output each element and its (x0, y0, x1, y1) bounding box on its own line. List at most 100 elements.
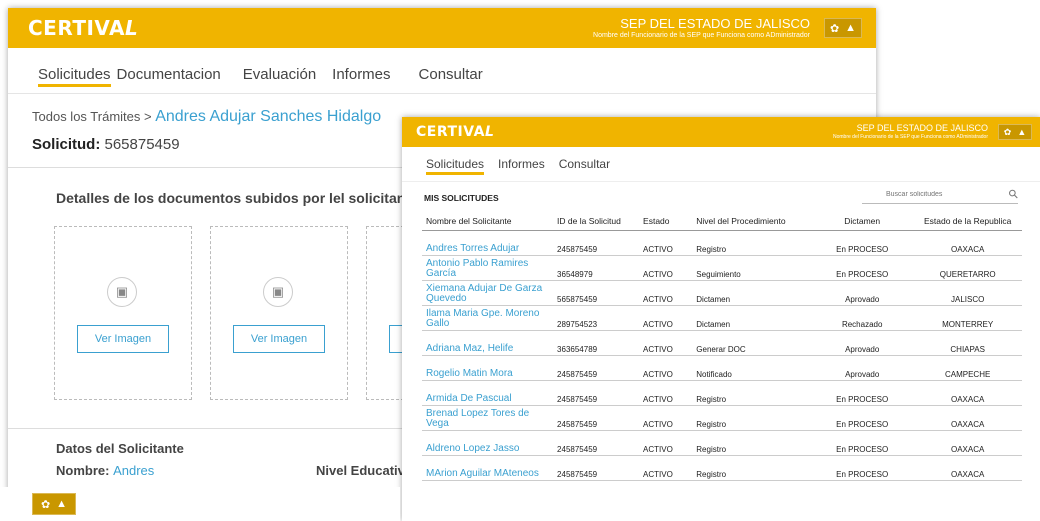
applicant-name-link[interactable]: Brenad Lopez Tores de Vega (422, 405, 554, 431)
estado-cell: ACTIVO (639, 230, 693, 256)
estado-cell: ACTIVO (639, 280, 693, 306)
nivel-cell: Notificado (692, 355, 812, 381)
table-row[interactable]: MArion Aguilar MAteneos 245875459 ACTIVO Re… (422, 455, 1022, 481)
nivel-cell: Registro (692, 430, 812, 456)
ver-imagen-button[interactable]: Ver Imagen (233, 325, 325, 353)
applicant-name-link[interactable]: Rogelio Matin Mora (422, 355, 554, 381)
republica-cell: OAXACA (909, 230, 1022, 256)
app-logo[interactable]: CERTIVAL (28, 16, 138, 40)
app-logo[interactable]: CERTIVAL (416, 124, 494, 140)
table-row[interactable]: Adriana Maz, Helife 363654789 ACTIVO Genera… (422, 330, 1022, 356)
estado-cell: ACTIVO (639, 305, 693, 331)
nivel-cell: Registro (692, 405, 812, 431)
republica-cell: CAMPECHE (909, 355, 1022, 381)
dictamen-cell: Aprovado (811, 280, 910, 306)
tab-solicitudes[interactable]: Solicitudes (38, 66, 111, 87)
header-icon-box: ✿ ▲ (998, 124, 1032, 140)
search-box: ⚲ (862, 186, 1022, 204)
tab-solicitudes[interactable]: Solicitudes (426, 157, 485, 175)
solicitud-id-cell: 363654789 (553, 330, 640, 356)
solicitudes-window: CERTIVAL SEP DEL ESTADO DE JALISCO Nombr… (402, 117, 1040, 521)
column-header[interactable]: Estado de la Republica (909, 213, 1022, 231)
dictamen-cell: Rechazado (811, 305, 910, 331)
app-logo[interactable]: CERTIVAL (102, 492, 212, 516)
solicitud-id-cell: 245875459 (553, 430, 640, 456)
document-card: ▣ Ver Imagen (210, 226, 348, 400)
table-row[interactable]: Andres Torres Adujar 245875459 ACTIVO Regis… (422, 230, 1022, 256)
table-row[interactable]: Rogelio Matin Mora 245875459 ACTIVO Notific… (422, 355, 1022, 381)
applicant-name-link[interactable]: Armida De Pascual (422, 380, 554, 406)
bell-icon[interactable]: ▲ (845, 22, 856, 34)
solicitud-id-cell: 245875459 (553, 455, 640, 481)
estado-cell: ACTIVO (639, 455, 693, 481)
gear-icon[interactable]: ✿ (830, 22, 839, 35)
nombre-field: Nombre: Andres (56, 463, 155, 478)
republica-cell: OAXACA (909, 405, 1022, 431)
header-icon-box: ✿ ▲ (32, 493, 76, 515)
republica-cell: CHIAPAS (909, 330, 1022, 356)
header-icon-box: ✿ ▲ (824, 18, 862, 38)
ver-imagen-button[interactable]: Ver Imagen (77, 325, 169, 353)
gear-icon[interactable]: ✿ (1004, 127, 1012, 138)
table-row[interactable]: Brenad Lopez Tores de Vega 245875459 ACTIV… (422, 405, 1022, 431)
solicitud-id-cell: 245875459 (553, 405, 640, 431)
breadcrumb-root[interactable]: Todos los Trámites > (32, 109, 152, 124)
tab-informes[interactable]: Informes (498, 157, 545, 171)
nivel-cell: Seguimiento (692, 255, 812, 281)
minimized-window-right: CERTIVAL (90, 487, 400, 521)
gear-icon[interactable]: ✿ (41, 498, 50, 511)
image-icon: ▣ (263, 277, 293, 307)
applicant-name-link[interactable]: Antonio Pablo Ramires García (422, 255, 554, 281)
nivel-cell: Registro (692, 380, 812, 406)
main-tabs: Solicitudes Documentacion Evaluación Inf… (8, 48, 876, 94)
section-title: MIS SOLICITUDES (424, 192, 499, 203)
applicant-name-link[interactable]: Andres Torres Adujar (422, 230, 554, 256)
nivel-label: Nivel Educativ (316, 463, 405, 478)
dictamen-cell: Aprovado (811, 330, 910, 356)
table-row[interactable]: Ilama Maria Gpe. Moreno Gallo 289754523 AC… (422, 305, 1022, 331)
table-row[interactable]: Xiemana Adujar De Garza Quevedo 565875459… (422, 280, 1022, 306)
applicant-name-link[interactable]: Xiemana Adujar De Garza Quevedo (422, 280, 554, 306)
table-row[interactable]: Antonio Pablo Ramires García 36548979 ACTI… (422, 255, 1022, 281)
applicant-name-link[interactable]: Adriana Maz, Helife (422, 330, 554, 356)
app-header: CERTIVAL SEP DEL ESTADO DE JALISCO Nombr… (402, 117, 1040, 147)
column-header[interactable]: Estado (639, 213, 693, 231)
nombre-value[interactable]: Andres (113, 463, 154, 478)
tab-informes[interactable]: Informes (332, 66, 390, 83)
column-header[interactable]: Nivel del Procedimiento (692, 213, 812, 231)
tab-documentacion[interactable]: Documentacion (117, 66, 221, 83)
table-row[interactable]: Armida De Pascual 245875459 ACTIVO Registro… (422, 380, 1022, 406)
search-input[interactable] (862, 190, 972, 198)
table-row[interactable]: Aldreno Lopez Jasso 245875459 ACTIVO Regist… (422, 430, 1022, 456)
breadcrumb-current[interactable]: Andres Adujar Sanches Hidalgo (155, 108, 381, 125)
tab-evaluacion[interactable]: Evaluación (243, 66, 316, 83)
nivel-cell: Dictamen (692, 280, 812, 306)
dictamen-cell: En PROCESO (811, 230, 910, 256)
republica-cell: OAXACA (909, 455, 1022, 481)
header-subtitle: Nombre del Funcionario de la SEP que Fun… (593, 32, 810, 39)
tab-consultar[interactable]: Consultar (559, 157, 610, 171)
header-title: SEP DEL ESTADO DE JALISCO (620, 16, 810, 31)
bell-icon[interactable]: ▲ (56, 498, 67, 510)
applicant-name-link[interactable]: Ilama Maria Gpe. Moreno Gallo (422, 305, 554, 331)
solicitud-id-cell: 245875459 (553, 355, 640, 381)
dictamen-cell: En PROCESO (811, 430, 910, 456)
section-bar: MIS SOLICITUDES ⚲ (402, 181, 1040, 207)
dictamen-cell: En PROCESO (811, 455, 910, 481)
column-header[interactable]: Dictamen (811, 213, 910, 231)
search-icon[interactable]: ⚲ (1006, 186, 1022, 202)
dictamen-cell: Aprovado (811, 355, 910, 381)
applicant-name-link[interactable]: Aldreno Lopez Jasso (422, 430, 554, 456)
bell-icon[interactable]: ▲ (1017, 127, 1026, 137)
estado-cell: ACTIVO (639, 405, 693, 431)
applicant-name-link[interactable]: MArion Aguilar MAteneos (422, 455, 554, 481)
republica-cell: OAXACA (909, 380, 1022, 406)
column-header[interactable]: Nombre del Solicitante (422, 213, 554, 231)
header-subtitle-fragment: or (0, 506, 7, 513)
solicitud-id-cell: 245875459 (553, 380, 640, 406)
column-header[interactable]: ID de la Solicitud (553, 213, 640, 231)
republica-cell: OAXACA (909, 430, 1022, 456)
nivel-cell: Registro (692, 455, 812, 481)
nivel-cell: Generar DOC (692, 330, 812, 356)
tab-consultar[interactable]: Consultar (419, 66, 483, 83)
